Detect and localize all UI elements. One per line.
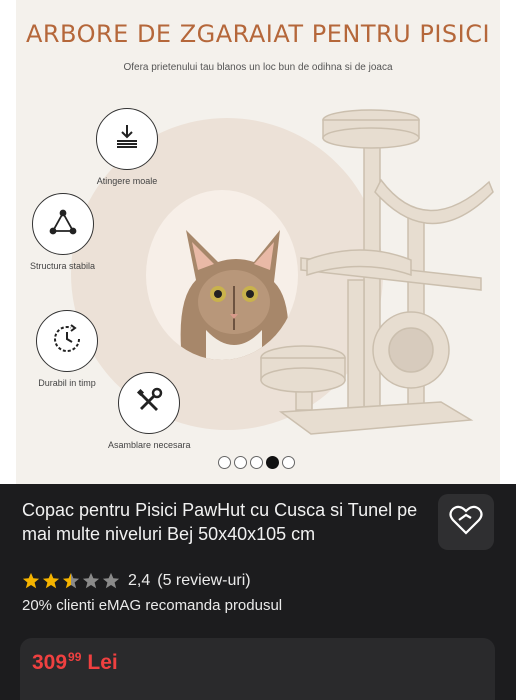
- product-image-gallery[interactable]: ARBORE DE ZGARAIAT PENTRU PISICI Ofera p…: [0, 0, 516, 484]
- product-banner-image: ARBORE DE ZGARAIAT PENTRU PISICI Ofera p…: [16, 0, 500, 484]
- clock-icon: [51, 323, 83, 360]
- heart-icon: [449, 505, 483, 540]
- recommend-text: 20% clienti eMAG recomanda produsul: [22, 597, 283, 614]
- cat-photo: [146, 190, 298, 360]
- star-full-icon: [42, 572, 60, 589]
- feature-label: Atingere moale: [96, 176, 158, 186]
- pagination-dot[interactable]: [282, 456, 295, 469]
- feature-assembly: Asamblare necesara: [108, 372, 191, 450]
- pagination-dot[interactable]: [218, 456, 231, 469]
- product-page: ARBORE DE ZGARAIAT PENTRU PISICI Ofera p…: [0, 0, 516, 700]
- feature-soft-touch: Atingere moale: [96, 108, 158, 186]
- pagination-dot[interactable]: [250, 456, 263, 469]
- feature-durable: Durabil in timp: [36, 310, 98, 388]
- feature-label: Durabil in timp: [38, 378, 96, 388]
- product-info-panel: Copac pentru Pisici PawHut cu Cusca si T…: [0, 484, 516, 700]
- tools-icon: [134, 386, 164, 421]
- star-half-icon: [62, 572, 80, 589]
- feature-stable-structure: Structura stabila: [30, 193, 95, 271]
- banner-title: ARBORE DE ZGARAIAT PENTRU PISICI: [25, 20, 491, 48]
- product-price: 30999 Lei: [32, 650, 118, 675]
- star-empty-icon: [82, 572, 100, 589]
- price-card: 30999 Lei: [20, 638, 495, 700]
- review-count[interactable]: (5 review-uri): [157, 572, 250, 590]
- rating-value: 2,4: [128, 572, 151, 589]
- favorite-button[interactable]: [438, 494, 494, 550]
- pagination-dot[interactable]: [234, 456, 247, 469]
- product-title: Copac pentru Pisici PawHut cu Cusca si T…: [22, 500, 418, 544]
- price-cents: 99: [68, 650, 82, 664]
- price-main: 309: [32, 651, 68, 674]
- star-empty-icon: [102, 572, 120, 589]
- feature-label: Structura stabila: [30, 261, 96, 271]
- feature-label: Asamblare necesara: [108, 440, 191, 450]
- triangle-icon: [48, 207, 78, 242]
- banner-subtitle: Ofera prietenului tau blanos un loc bun …: [123, 62, 393, 73]
- download-icon: [112, 122, 142, 157]
- star-full-icon: [22, 572, 40, 589]
- product-rating[interactable]: 2,4 (5 review-uri): [22, 572, 251, 590]
- gallery-pagination: [218, 456, 295, 469]
- pagination-dot-active[interactable]: [266, 456, 279, 469]
- price-currency: Lei: [87, 651, 118, 674]
